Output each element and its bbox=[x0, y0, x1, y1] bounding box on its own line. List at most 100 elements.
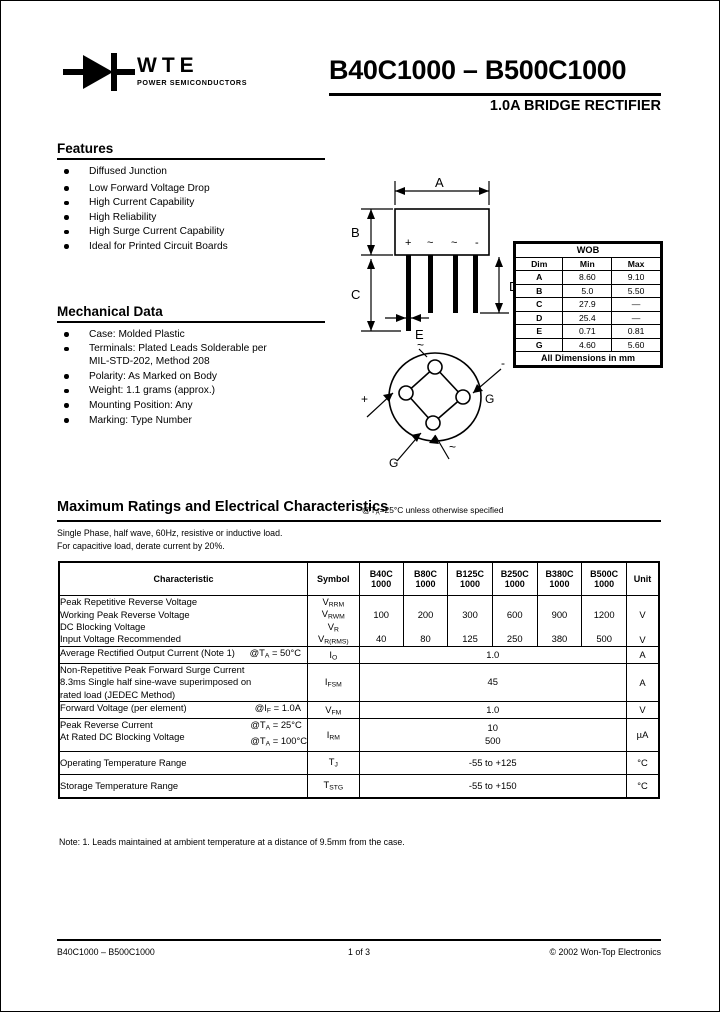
electrical-characteristics-table: Characteristic Symbol B40C 1000 B80C 1000 … bbox=[58, 561, 660, 799]
row-unit: °C bbox=[626, 773, 660, 799]
feature-label: High Current Capability bbox=[89, 197, 195, 209]
table-row: Dim Min Max bbox=[514, 256, 661, 271]
row-condition: @TA = 25°C @TA = 100°C bbox=[250, 719, 307, 751]
row-characteristic: Forward Voltage (per element) @IF = 1.0A bbox=[58, 701, 309, 719]
features-section: Features Diffused Junction Low Forward V… bbox=[57, 141, 325, 255]
row-unit: A bbox=[626, 645, 660, 664]
mechanical-label: Terminals: Plated Leads Solderable per bbox=[89, 343, 267, 355]
col-min: Min bbox=[562, 256, 613, 271]
page-header: WTE POWER SEMICONDUCTORS B40C1000 – B500… bbox=[57, 39, 661, 123]
dimensions-unit-note: All Dimensions in mm bbox=[515, 351, 661, 366]
bottom-marking-G1: G bbox=[389, 456, 398, 470]
dim-name: A bbox=[514, 270, 564, 285]
row-characteristic: Storage Temperature Range bbox=[58, 773, 309, 799]
row-characteristic: Average Rectified Output Current (Note 1… bbox=[58, 645, 309, 664]
row-value: 40 bbox=[358, 633, 404, 647]
logo-wordmark: WTE bbox=[137, 54, 199, 77]
maximum-ratings-title: Maximum Ratings and Electrical Character… bbox=[57, 499, 389, 515]
value-line: 10 bbox=[487, 722, 498, 734]
list-item: High Surge Current Capability bbox=[57, 225, 325, 238]
footer-divider bbox=[57, 939, 661, 941]
row-characteristic: @TA = 25°C @TA = 100°C Peak Reverse Curr… bbox=[58, 717, 309, 752]
characteristic-line: Non-Repetitive Peak Forward Surge Curren… bbox=[60, 663, 245, 675]
marking-plus: + bbox=[405, 237, 411, 249]
dim-min: 8.60 bbox=[562, 270, 613, 285]
list-item: Diffused Junction bbox=[57, 165, 325, 178]
maximum-ratings-section: Maximum Ratings and Electrical Character… bbox=[57, 499, 661, 552]
mechanical-label: Weight: 1.1 grams (approx.) bbox=[89, 385, 216, 397]
table-row: Average Rectified Output Current (Note 1… bbox=[58, 645, 660, 664]
feature-label: Ideal for Printed Circuit Boards bbox=[89, 241, 228, 253]
table-row: Storage Temperature Range TSTG -55 to +1… bbox=[58, 773, 660, 799]
footer-copyright: © 2002 Won-Top Electronics bbox=[549, 947, 661, 957]
row-symbol: VFM bbox=[307, 701, 360, 719]
bullet-icon bbox=[64, 403, 69, 409]
table-row: WOB bbox=[515, 243, 661, 258]
mechanical-label: Mounting Position: Any bbox=[89, 400, 193, 412]
row-unit: V bbox=[626, 595, 660, 634]
table-row: Operating Temperature Range TJ -55 to +1… bbox=[58, 750, 660, 775]
maximum-ratings-notes: Single Phase, half wave, 60Hz, resistive… bbox=[57, 527, 661, 552]
row-value: 600 bbox=[491, 595, 538, 634]
row-value: -55 to +150 bbox=[358, 773, 628, 799]
dim-name: E bbox=[514, 324, 564, 339]
dim-name: D bbox=[514, 310, 564, 325]
bullet-icon bbox=[64, 200, 69, 206]
row-symbol: IO bbox=[307, 645, 360, 664]
col-unit: Unit bbox=[626, 561, 660, 596]
diode-symbol-icon bbox=[63, 53, 135, 91]
row-unit: µA bbox=[626, 717, 660, 752]
row-symbol: VR(RMS) bbox=[307, 633, 360, 647]
dim-max: 0.81 bbox=[611, 324, 661, 339]
col-b40c1000: B40C 1000 bbox=[358, 561, 404, 596]
symbol-vr: VR bbox=[327, 620, 339, 634]
row-condition: @IF = 1.0A bbox=[254, 702, 302, 715]
row-symbol: IRM bbox=[307, 717, 360, 752]
col-b500c1000: B500C 1000 bbox=[581, 561, 627, 596]
row-value: 125 bbox=[447, 633, 493, 647]
row-value: 100 bbox=[358, 595, 404, 634]
col-b80c1000: B80C 1000 bbox=[402, 561, 449, 596]
row-value: -55 to +125 bbox=[358, 750, 628, 775]
dim-label-B: B bbox=[351, 225, 360, 240]
characteristic-line: DC Blocking Voltage bbox=[60, 620, 146, 632]
bottom-marking-G2: G bbox=[485, 392, 494, 406]
col-b380c1000: B380C 1000 bbox=[536, 561, 583, 596]
dim-min: 25.4 bbox=[562, 310, 613, 325]
row-unit: A bbox=[626, 662, 660, 703]
row-value: 200 bbox=[402, 595, 449, 634]
row-value: 10 500 bbox=[358, 717, 628, 752]
package-name: WOB bbox=[515, 243, 661, 258]
bullet-icon bbox=[64, 374, 69, 379]
footnote: Note: 1. Leads maintained at ambient tem… bbox=[59, 837, 405, 847]
table-row: Input Voltage Recommended VR(RMS) 40 80 … bbox=[58, 633, 660, 647]
table-row: All Dimensions in mm bbox=[515, 351, 661, 366]
dim-min: 5.0 bbox=[562, 283, 613, 298]
features-list: Diffused Junction Low Forward Voltage Dr… bbox=[57, 165, 325, 254]
table-row: Peak Repetitive Reverse Voltage Working … bbox=[58, 595, 660, 634]
mechanical-label-line2: MIL-STD-202, Method 208 bbox=[89, 356, 210, 368]
dim-max: 5.60 bbox=[611, 337, 661, 352]
row-symbol: VRRM VRWM VR bbox=[307, 595, 360, 634]
col-dim: Dim bbox=[514, 256, 564, 271]
page-subtitle: 1.0A BRIDGE RECTIFIER bbox=[489, 98, 661, 114]
maximum-ratings-divider bbox=[57, 520, 661, 522]
table-row: G 4.60 5.60 bbox=[514, 337, 661, 352]
features-title: Features bbox=[57, 141, 114, 156]
mechanical-data-list: Case: Molded Plastic Terminals: Plated L… bbox=[57, 328, 325, 427]
ratings-note-line1: Single Phase, half wave, 60Hz, resistive… bbox=[57, 528, 283, 538]
row-value: 300 bbox=[447, 595, 493, 634]
dim-label-A: A bbox=[435, 175, 444, 190]
row-value: 500 bbox=[581, 633, 627, 647]
bullet-icon bbox=[64, 331, 69, 337]
maximum-ratings-condition: @TA=25°C unless otherwise specified bbox=[362, 505, 504, 517]
marking-ac2: ~ bbox=[451, 237, 457, 249]
title-divider bbox=[329, 93, 661, 96]
row-unit: V bbox=[626, 633, 660, 647]
col-characteristic: Characteristic bbox=[58, 561, 309, 596]
row-condition: @TA = 50°C bbox=[249, 646, 302, 660]
row-characteristic: Input Voltage Recommended bbox=[58, 633, 309, 647]
row-characteristic: Non-Repetitive Peak Forward Surge Curren… bbox=[58, 662, 309, 703]
condition-line: @TA = 25°C bbox=[250, 718, 302, 732]
bullet-icon bbox=[64, 215, 69, 220]
